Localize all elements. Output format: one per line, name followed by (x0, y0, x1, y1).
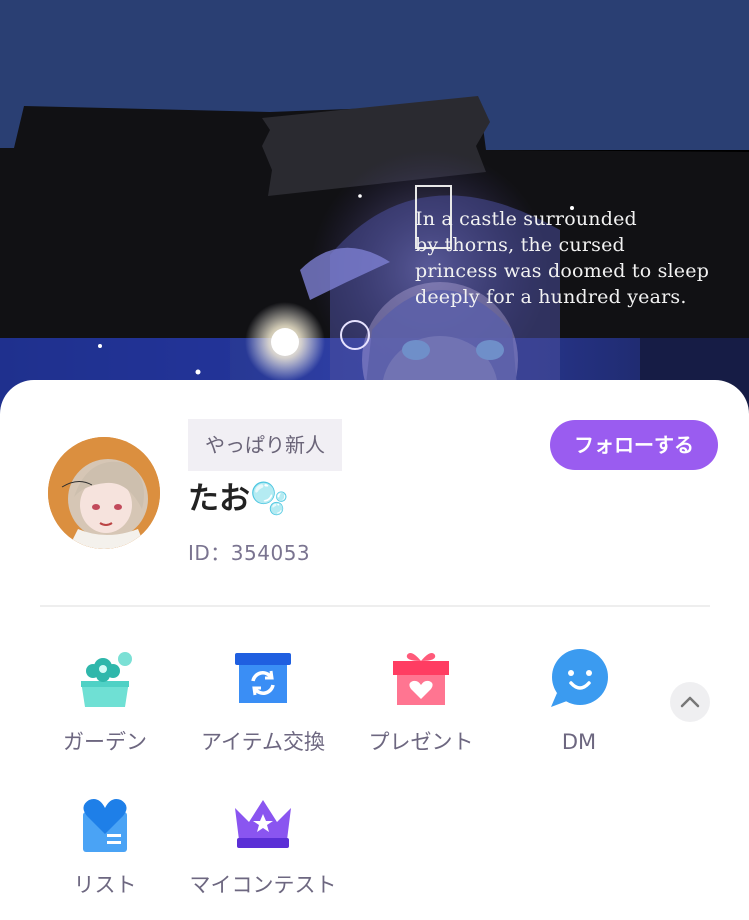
menu-item-item-exchange[interactable]: アイテム交換 (178, 647, 348, 755)
list-icon (83, 799, 127, 852)
dm-icon (551, 649, 608, 707)
item-exchange-icon (235, 653, 291, 703)
chevron-up-icon (680, 696, 700, 708)
menu-item-my-contest[interactable]: マイコンテスト (178, 790, 348, 898)
profile-banner: In a castle surrounded by thorns, the cu… (0, 0, 749, 430)
present-icon (393, 653, 449, 705)
menu-label: プレゼント (368, 730, 474, 754)
avatar-image (48, 437, 160, 549)
menu-label: マイコンテスト (189, 873, 337, 897)
collapse-button[interactable] (670, 682, 710, 722)
menu-item-list[interactable]: リスト (20, 790, 190, 898)
rank-badge: やっぱり新人 (188, 419, 342, 471)
follow-button[interactable]: フォローする (550, 420, 718, 470)
menu-label: アイテム交換 (201, 730, 325, 754)
menu-item-garden[interactable]: ガーデン (20, 647, 190, 755)
menu-label: リスト (73, 873, 137, 897)
my-contest-icon (235, 800, 291, 848)
garden-icon (81, 652, 132, 707)
avatar[interactable] (48, 437, 160, 549)
user-id: ID：354053 (188, 541, 311, 565)
username: たお🫧 (188, 481, 289, 517)
menu-item-present[interactable]: プレゼント (336, 647, 506, 755)
menu-item-dm[interactable]: DM (494, 647, 664, 755)
banner-caption: In a castle surrounded by thorns, the cu… (415, 208, 710, 308)
menu-label: ガーデン (63, 730, 147, 754)
menu-label: DM (561, 730, 597, 754)
divider (40, 605, 710, 607)
